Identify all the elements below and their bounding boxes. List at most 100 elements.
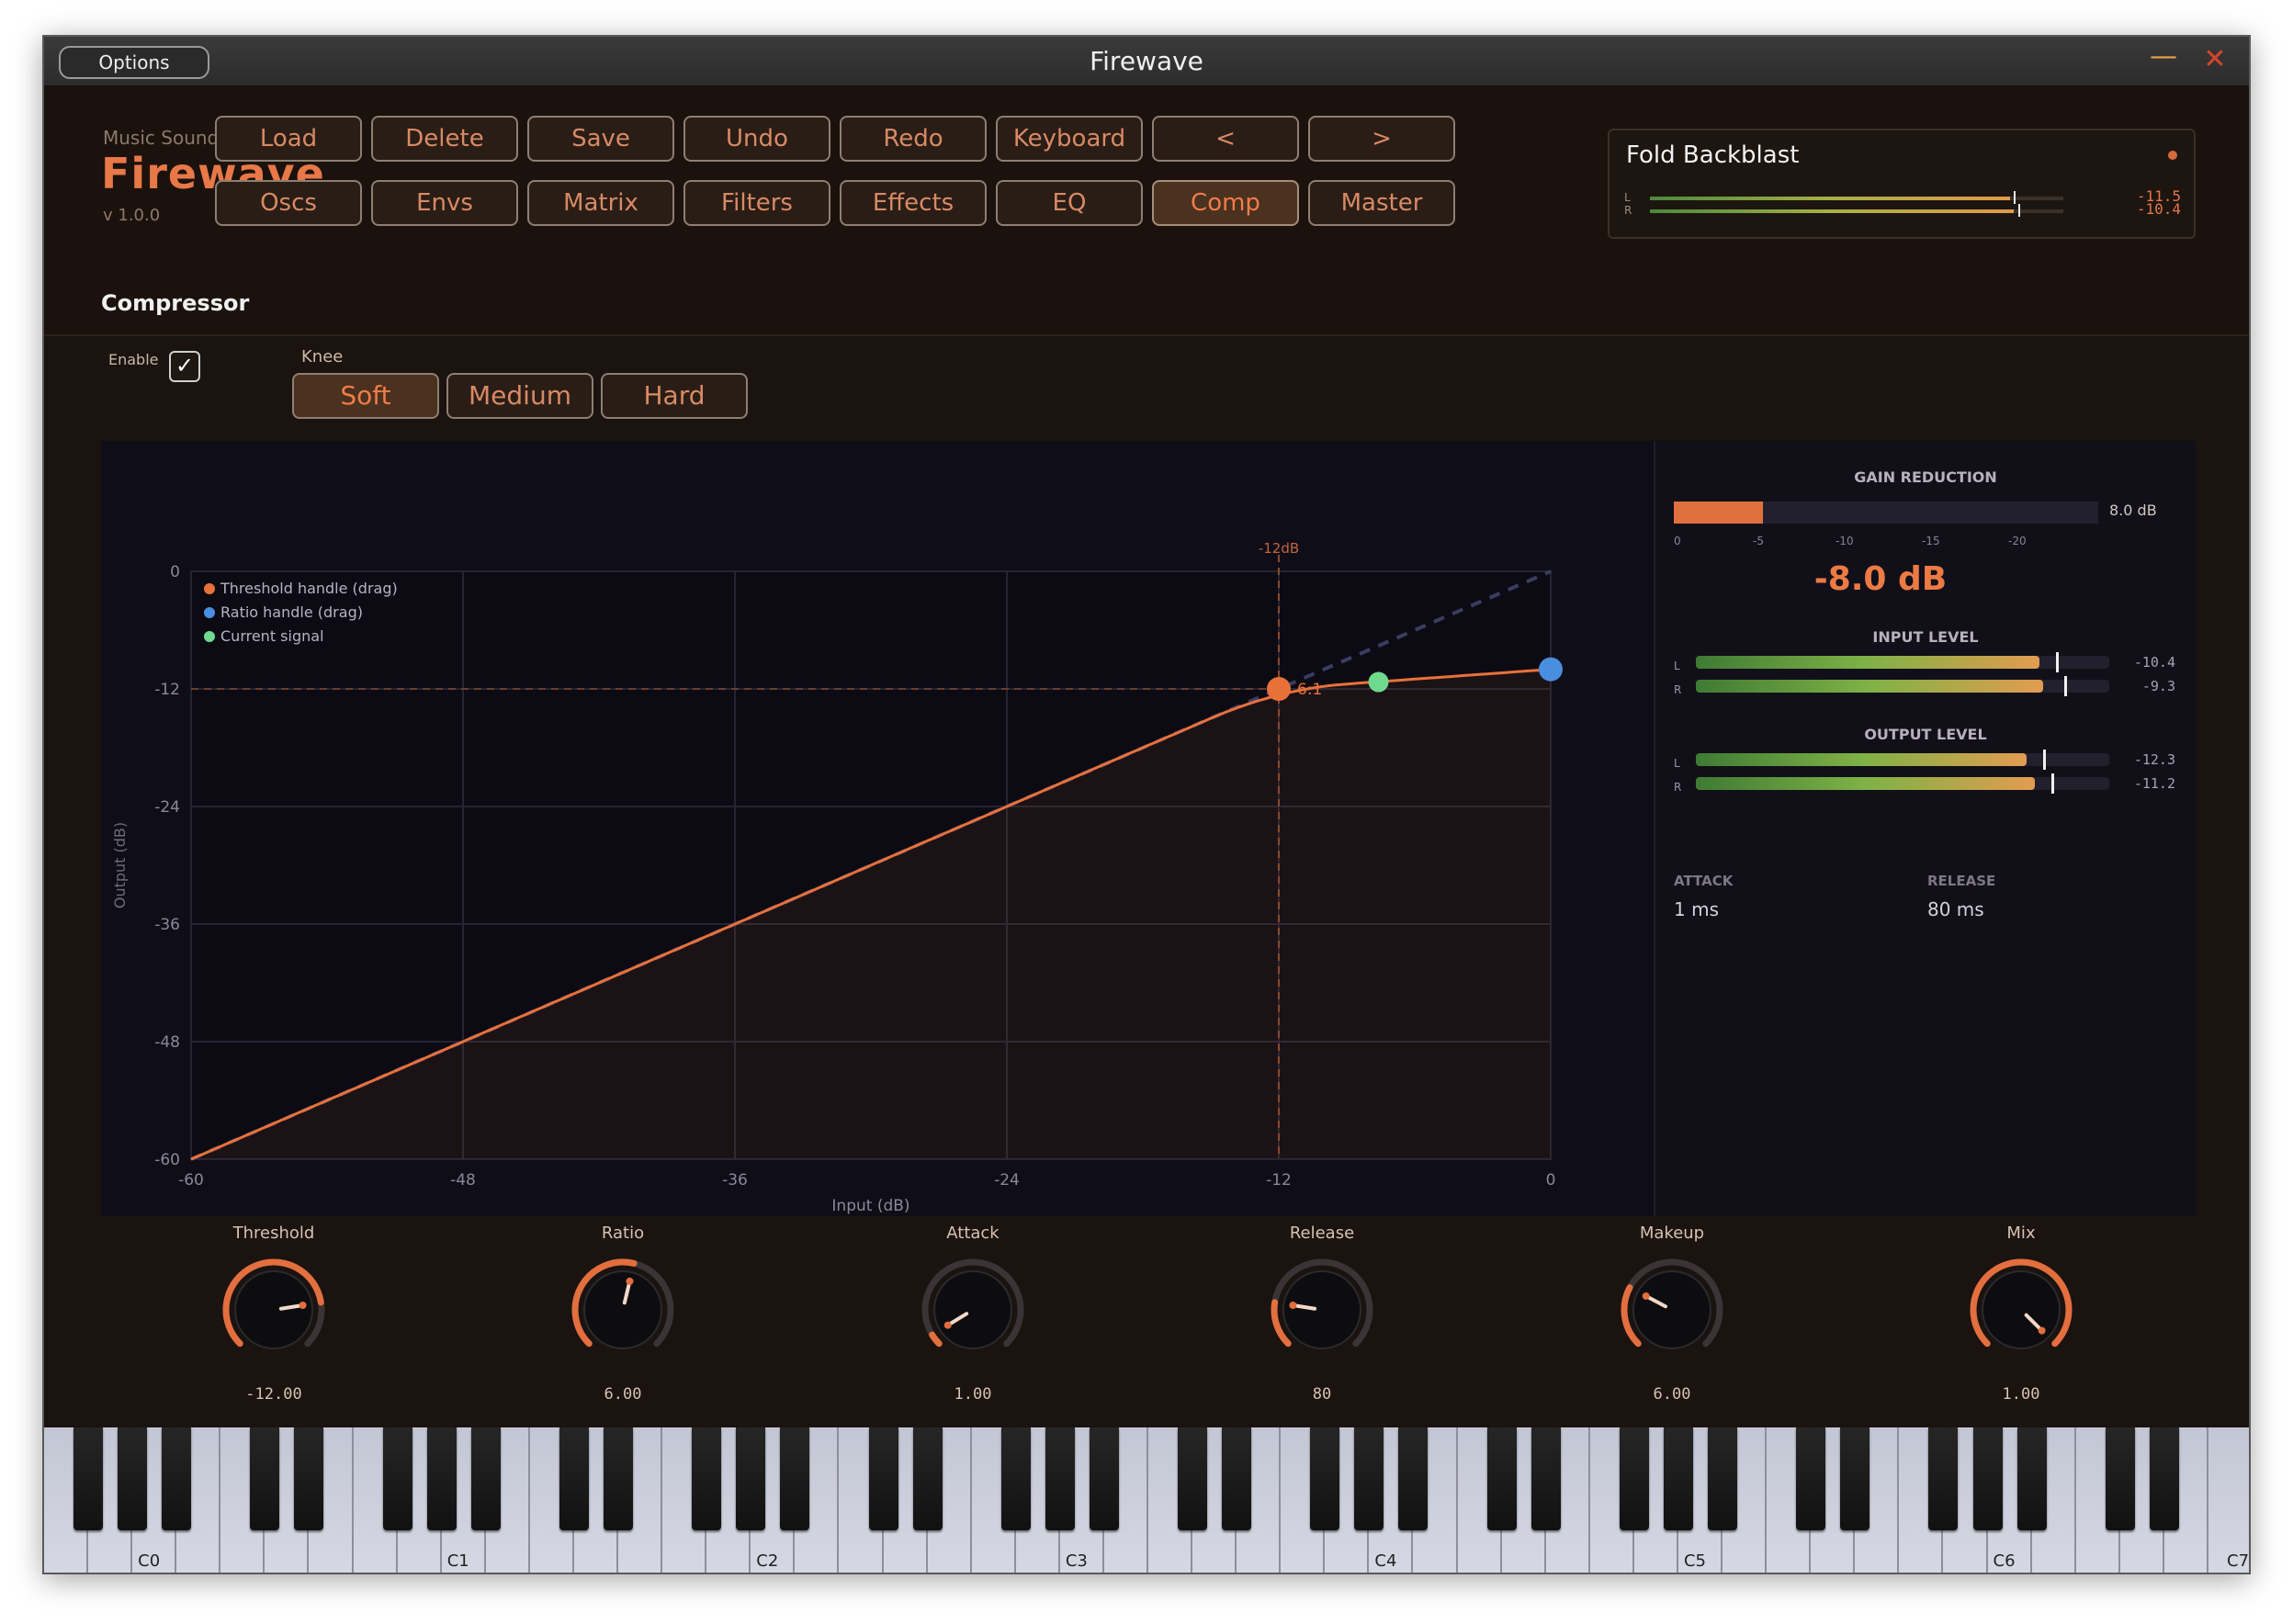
nav-button-load[interactable]: Load [215,116,362,162]
black-key[interactable] [1619,1427,1649,1530]
nav-button-keyboard[interactable]: Keyboard [996,116,1143,162]
black-key[interactable] [382,1427,412,1530]
ratio-handle[interactable] [1539,657,1563,682]
black-key[interactable] [2149,1427,2179,1530]
knob-label: Makeup [1639,1224,1705,1243]
level-meter-track [1696,676,2109,696]
black-key[interactable] [1663,1427,1693,1530]
nav-button-save[interactable]: Save [527,116,674,162]
knob-makeup[interactable]: Makeup 6.00 [1580,1224,1764,1453]
black-key[interactable] [1045,1427,1075,1530]
black-key[interactable] [1840,1427,1870,1530]
black-key[interactable] [426,1427,457,1530]
black-key[interactable] [604,1427,634,1530]
knee-button-medium[interactable]: Medium [446,373,593,419]
nav-button-envs[interactable]: Envs [371,180,518,226]
x-tick-label: -60 [178,1171,204,1190]
black-key[interactable] [118,1427,148,1530]
black-key[interactable] [1398,1427,1429,1530]
black-key[interactable] [559,1427,589,1530]
key-octave-label: C4 [1374,1551,1397,1571]
knee-button-hard[interactable]: Hard [601,373,748,419]
minimize-icon[interactable]: — [2150,43,2177,73]
knob-value: 6.00 [604,1385,642,1404]
nav-button-master[interactable]: Master [1308,180,1455,226]
nav-button-eq[interactable]: EQ [996,180,1143,226]
black-key[interactable] [1222,1427,1252,1530]
transfer-curve-chart[interactable]: -60 -48 -36 -24 -12 0 0 -12 -24 -36 -48 -60 Input (d… [101,441,1654,1216]
transfer-curve-panel[interactable]: -60 -48 -36 -24 -12 0 0 -12 -24 -36 -48 -60 Input (d… [101,441,1654,1216]
black-key[interactable] [736,1427,766,1530]
black-key[interactable] [1089,1427,1119,1530]
black-key[interactable] [162,1427,192,1530]
black-key[interactable] [1708,1427,1738,1530]
knob-ratio[interactable]: Ratio 6.00 [531,1224,715,1453]
knob-threshold[interactable]: Threshold -12.00 [182,1224,366,1453]
level-meter-value: -10.4 [2133,654,2175,671]
nav-button-matrix[interactable]: Matrix [527,180,674,226]
knob-pointer-tip [943,1321,952,1329]
black-key[interactable] [1928,1427,1959,1530]
black-key[interactable] [73,1427,104,1530]
preset-meter-label: L [1624,191,1631,204]
knob-pointer-tip [626,1277,634,1285]
nav-button-redo[interactable]: Redo [840,116,987,162]
knob-value: 6.00 [1653,1385,1691,1404]
nav-button-comp[interactable]: Comp [1152,180,1299,226]
piano-keyboard[interactable]: C0 C1 C2 C3 C4 C5 C6 C7 [44,1427,2249,1573]
knob-value-arc [929,1331,943,1348]
check-icon: ✓ [175,353,195,378]
black-key[interactable] [1972,1427,2003,1530]
knee-button-soft[interactable]: Soft [292,373,439,419]
close-icon[interactable]: ✕ [2201,46,2229,73]
black-key[interactable] [470,1427,501,1530]
black-key[interactable] [2016,1427,2047,1530]
knob-body [583,1270,662,1349]
legend-entry: Threshold handle (drag) [220,580,398,597]
nav-button-filters[interactable]: Filters [683,180,830,226]
knob-dial[interactable] [918,1255,1028,1365]
black-key[interactable] [912,1427,943,1530]
window-title: Firewave [1090,46,1203,76]
enable-checkbox[interactable]: ✓ [169,351,200,382]
preset-display[interactable]: Fold Backblast L -11.5 R -10.4 [1608,129,2196,239]
nav-button-delete[interactable]: Delete [371,116,518,162]
black-key[interactable] [1000,1427,1031,1530]
level-meter-label: L [1674,660,1680,672]
y-tick-label: -12 [154,681,180,699]
black-key[interactable] [294,1427,324,1530]
nav-button-effects[interactable]: Effects [840,180,987,226]
threshold-handle[interactable] [1267,677,1291,701]
black-key[interactable] [1310,1427,1340,1530]
black-key[interactable] [1178,1427,1208,1530]
nav-button-oscs[interactable]: Oscs [215,180,362,226]
black-key[interactable] [250,1427,280,1530]
key-octave-label: C6 [1993,1551,2016,1571]
knob-dial[interactable] [219,1255,329,1365]
knob-dial[interactable] [568,1255,678,1365]
key-octave-label: C2 [756,1551,779,1571]
black-key[interactable] [1796,1427,1826,1530]
nav-button-next[interactable]: > [1308,116,1455,162]
knob-dial[interactable] [1966,1255,2076,1365]
knob-dial[interactable] [1267,1255,1377,1365]
nav-button-prev[interactable]: < [1152,116,1299,162]
level-meter-fill [1696,753,2027,766]
knob-dial[interactable] [1617,1255,1727,1365]
black-key[interactable] [1486,1427,1517,1530]
black-key[interactable] [780,1427,810,1530]
black-key[interactable] [692,1427,722,1530]
level-meter-label: R [1674,683,1682,696]
knob-mix[interactable]: Mix 1.00 [1929,1224,2113,1453]
black-key[interactable] [2105,1427,2135,1530]
black-key[interactable] [1531,1427,1561,1530]
gain-reduction-fill [1674,502,1764,524]
x-tick-label: -12 [1266,1171,1292,1190]
x-tick-label: -36 [722,1171,748,1190]
knob-attack[interactable]: Attack 1.00 [881,1224,1065,1453]
knob-label: Threshold [232,1224,315,1243]
nav-button-undo[interactable]: Undo [683,116,830,162]
black-key[interactable] [868,1427,898,1530]
knob-release[interactable]: Release 80 [1230,1224,1414,1453]
black-key[interactable] [1354,1427,1384,1530]
